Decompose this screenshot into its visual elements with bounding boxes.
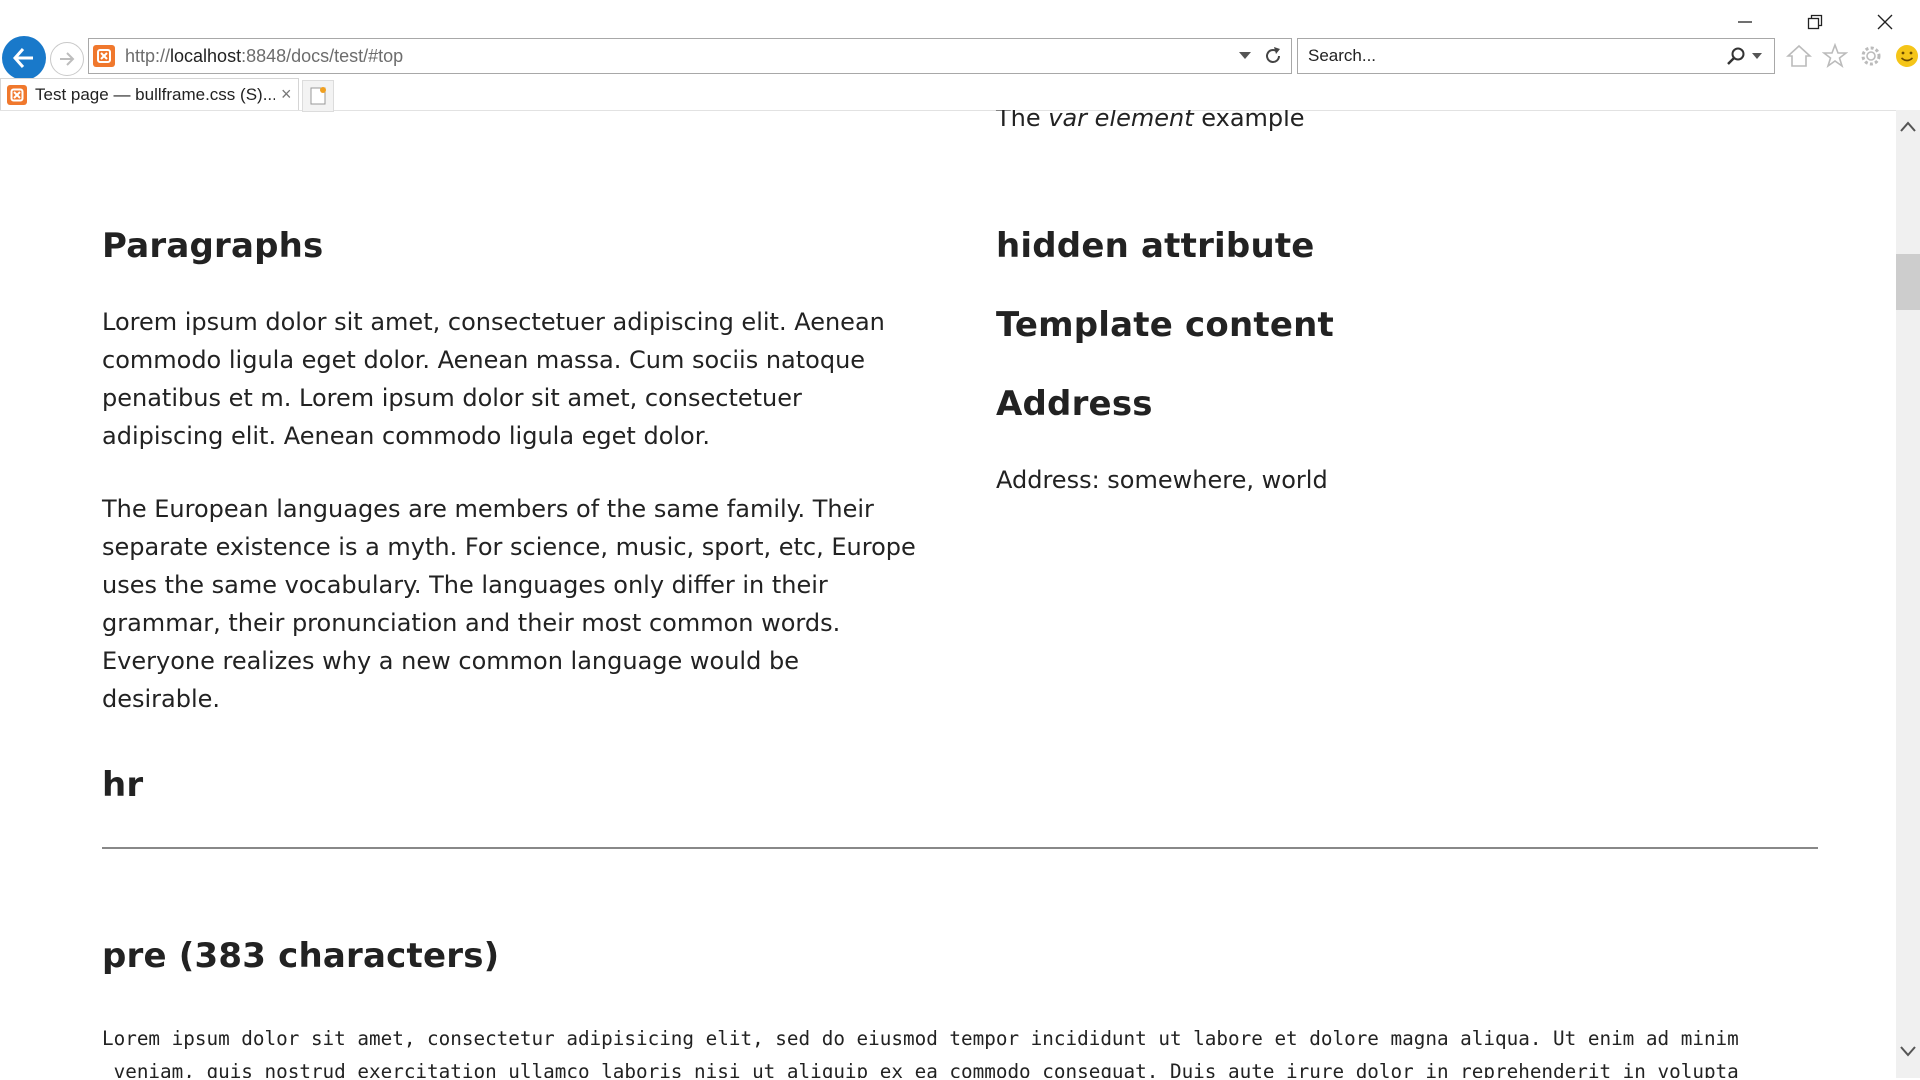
hidden-attribute-heading: hidden attribute — [996, 226, 1315, 266]
url-prefix: http:// — [125, 45, 171, 66]
var-element-example: The var element example — [996, 110, 1305, 137]
address-section: Address — [996, 384, 1796, 424]
paragraph-block-1: Lorem ipsum dolor sit amet, consectetuer… — [102, 303, 922, 455]
pre-heading: pre (383 characters) — [102, 936, 500, 976]
new-tab-icon — [310, 87, 326, 105]
tab-strip: Test page — bullframe.css (S)... × — [0, 76, 1920, 112]
template-section: Template content — [996, 305, 1796, 345]
settings-gear-icon[interactable] — [1857, 42, 1885, 70]
hr-section: hr — [102, 765, 922, 805]
paragraph-2: The European languages are members of th… — [102, 495, 916, 713]
refresh-icon[interactable] — [1263, 46, 1283, 66]
paragraph-1: Lorem ipsum dolor sit amet, consectetuer… — [102, 308, 885, 450]
paragraphs-heading: Paragraphs — [102, 226, 324, 266]
var-text-after: example — [1193, 110, 1305, 132]
left-column: Paragraphs — [102, 226, 922, 266]
search-input[interactable] — [1306, 45, 1726, 67]
var-element: var element — [1048, 110, 1194, 132]
hidden-attribute-section: hidden attribute — [996, 226, 1796, 266]
close-icon[interactable] — [1850, 6, 1920, 38]
forward-arrow-icon — [60, 52, 75, 66]
search-dropdown-icon[interactable] — [1752, 52, 1762, 60]
search-icon[interactable] — [1726, 46, 1746, 66]
tab-favicon-icon — [7, 84, 27, 105]
site-favicon-icon — [93, 45, 115, 67]
template-content-heading: Template content — [996, 305, 1334, 345]
scrollbar-thumb[interactable] — [1896, 254, 1920, 310]
url-host: localhost — [170, 45, 242, 66]
back-arrow-icon — [12, 48, 33, 68]
address-text: Address: somewhere, world — [996, 466, 1328, 494]
page-viewport: The var element example Paragraphs Lorem… — [0, 110, 1896, 1078]
forward-button[interactable] — [50, 42, 84, 76]
preformatted-text: Lorem ipsum dolor sit amet, consectetur … — [102, 1022, 1739, 1078]
pre-section: pre (383 characters) — [102, 936, 922, 976]
home-icon[interactable] — [1785, 42, 1813, 70]
toolbar-icons — [1785, 42, 1920, 70]
pre-line-1: Lorem ipsum dolor sit amet, consectetur … — [102, 1027, 1739, 1050]
minimize-icon[interactable] — [1710, 6, 1780, 38]
dropdown-arrow-icon[interactable] — [1239, 52, 1251, 60]
back-button[interactable] — [2, 36, 46, 80]
scroll-down-icon[interactable] — [1900, 1046, 1916, 1058]
search-box[interactable] — [1297, 38, 1775, 74]
hr-heading: hr — [102, 765, 144, 805]
horizontal-rule — [102, 847, 1818, 849]
smiley-feedback-icon[interactable] — [1893, 42, 1920, 70]
tab-close-icon[interactable]: × — [281, 84, 292, 105]
favorites-star-icon[interactable] — [1821, 42, 1849, 70]
window-controls — [1710, 6, 1920, 38]
address-bar[interactable]: http://localhost:8848/docs/test/#top — [88, 38, 1292, 74]
tab-title: Test page — bullframe.css (S)... — [35, 84, 275, 104]
address-heading: Address — [996, 384, 1153, 424]
var-text-before: The — [996, 110, 1049, 132]
url-text[interactable]: http://localhost:8848/docs/test/#top — [125, 46, 1239, 67]
browser-chrome: http://localhost:8848/docs/test/#top Sea… — [0, 0, 1920, 112]
tab-active[interactable]: Test page — bullframe.css (S)... × — [0, 78, 299, 110]
address-block: Address: somewhere, world — [996, 461, 1796, 499]
url-path: :8848/docs/test/#top — [241, 45, 404, 66]
restore-icon[interactable] — [1780, 6, 1850, 38]
paragraph-block-2: The European languages are members of th… — [102, 490, 922, 718]
scroll-up-icon[interactable] — [1900, 120, 1916, 132]
pre-line-2: veniam, quis nostrud exercitation ullamc… — [102, 1060, 1739, 1078]
vertical-scrollbar[interactable] — [1896, 110, 1920, 1078]
new-tab-button[interactable] — [302, 80, 334, 112]
